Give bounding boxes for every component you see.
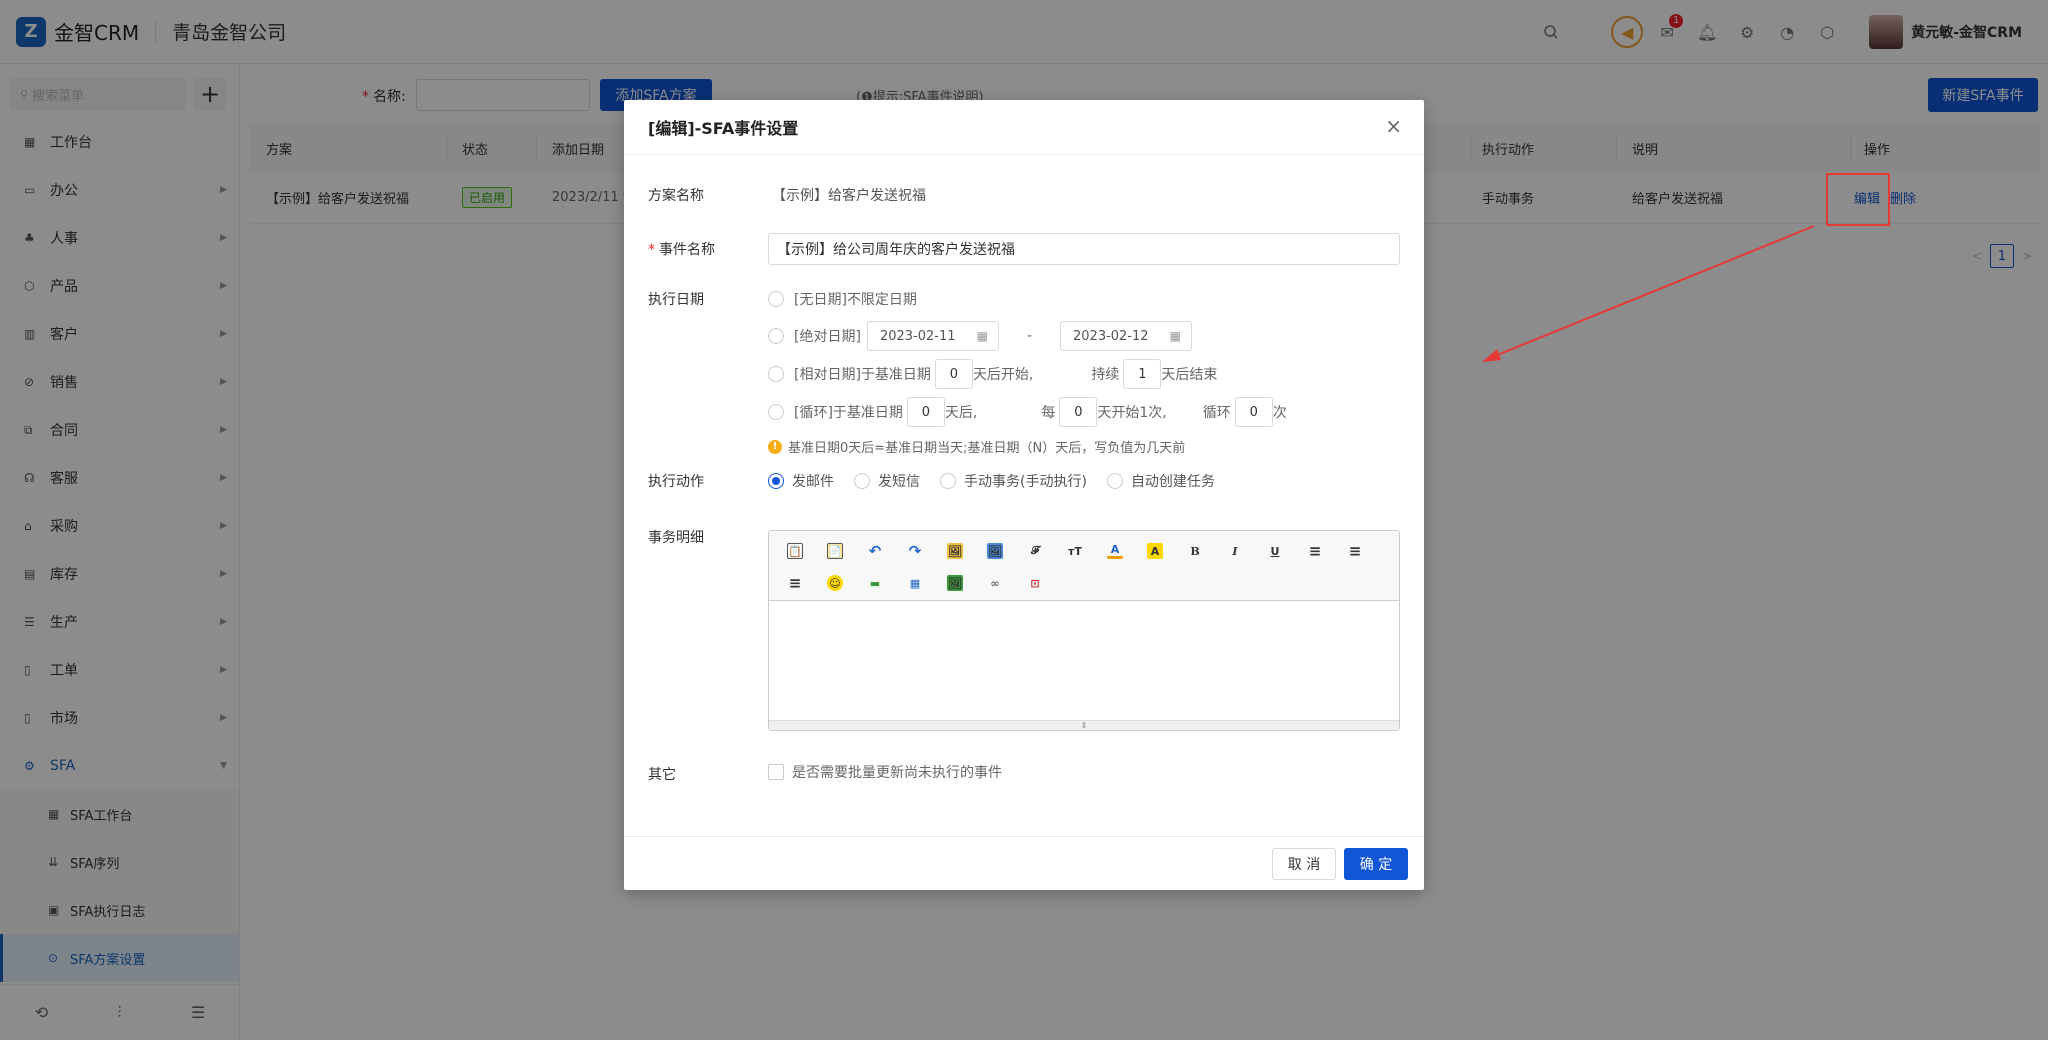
radio-manual-task[interactable] [940, 473, 956, 489]
calendar-icon: ▦ [976, 329, 988, 343]
rel-last-label: 持续 [1091, 367, 1120, 383]
event-name-input[interactable]: 【示例】给公司周年庆的客户发送祝福 [768, 233, 1400, 265]
warning-icon: ! [768, 439, 782, 454]
undo-icon[interactable]: ↶ [855, 535, 895, 567]
radio-auto-task[interactable] [1106, 473, 1123, 489]
radio-no-date[interactable] [768, 291, 784, 307]
underline-icon[interactable]: U [1255, 535, 1295, 567]
table-icon[interactable]: ▦ [895, 567, 935, 599]
radio-send-sms[interactable] [854, 473, 870, 489]
radio-send-email[interactable] [768, 473, 784, 489]
plan-name-value: 【示例】给客户发送祝福 [772, 188, 926, 204]
rel-start-days-input[interactable]: 0 [934, 359, 973, 389]
opt-relative-label: [相对日期]于基准日期 [794, 367, 931, 383]
font-family-icon[interactable]: 𝓕 [1015, 535, 1055, 567]
opt-loop-label: [循环]于基准日期 [794, 405, 903, 421]
editor-content-area[interactable] [769, 601, 1399, 720]
event-name-label: * 事件名称 [648, 242, 715, 258]
exec-action-label: 执行动作 [648, 474, 704, 490]
action-auto-label: 自动创建任务 [1130, 474, 1215, 490]
radio-absolute-date[interactable] [768, 328, 784, 344]
loop-every-label: 每 [1041, 405, 1056, 421]
action-sms-label: 发短信 [878, 474, 920, 490]
italic-icon[interactable]: I [1215, 535, 1255, 567]
action-manual-label: 手动事务(手动执行) [964, 474, 1087, 490]
font-color-icon[interactable]: A [1095, 535, 1135, 567]
horizontal-rule-icon[interactable]: ▬ [855, 567, 895, 599]
rel-duration-input[interactable]: 1 [1123, 359, 1162, 389]
rich-text-editor: 📋 📄 ↶ ↷ 🖼 🖼 𝓕 ᴛT A A B I U ≡ ≡ ≡ ☺ ▬ ▦ 🖼 [768, 530, 1400, 731]
close-icon[interactable]: × [1385, 114, 1402, 138]
image-gallery-icon[interactable]: 🖼 [975, 535, 1015, 567]
rel-after-label: 天后开始, [972, 367, 1034, 383]
confirm-button[interactable]: 确 定 [1344, 847, 1408, 880]
exec-date-label: 执行日期 [648, 292, 704, 308]
calendar-icon: ▦ [1169, 329, 1181, 343]
emoji-icon[interactable]: ☺ [815, 567, 855, 599]
fullscreen-icon[interactable]: ⊡ [1015, 567, 1055, 599]
align-right-icon[interactable]: ≡ [775, 567, 815, 599]
bold-icon[interactable]: B [1175, 535, 1215, 567]
font-size-icon[interactable]: ᴛT [1055, 535, 1095, 567]
action-email-label: 发邮件 [792, 474, 834, 490]
abs-start-date-input[interactable]: 2023-02-11 ▦ [866, 321, 999, 351]
redo-icon[interactable]: ↷ [895, 535, 935, 567]
align-center-icon[interactable]: ≡ [1335, 535, 1375, 567]
opt-no-date-label: [无日期]不限定日期 [794, 292, 917, 308]
paste-icon[interactable]: 📋 [775, 535, 815, 567]
date-hint-text: 基准日期0天后=基准日期当天;基准日期（N）天后，写负值为几天前 [788, 441, 1186, 456]
batch-update-label: 是否需要批量更新尚未执行的事件 [792, 765, 1002, 781]
insert-image-icon[interactable]: 🖼 [935, 535, 975, 567]
cancel-button[interactable]: 取 消 [1272, 847, 1336, 880]
loop-interval-input[interactable]: 0 [1059, 397, 1098, 427]
editor-toolbar: 📋 📄 ↶ ↷ 🖼 🖼 𝓕 ᴛT A A B I U ≡ ≡ ≡ ☺ ▬ ▦ 🖼 [769, 531, 1399, 601]
insert-media-icon[interactable]: 🖼 [935, 567, 975, 599]
other-label: 其它 [648, 767, 676, 783]
loop-start-days-input[interactable]: 0 [906, 397, 945, 427]
opt-absolute-label: [绝对日期] [794, 329, 861, 345]
sfa-event-settings-dialog: [编辑]-SFA事件设置 × 方案名称 【示例】给客户发送祝福 * 事件名称 【示… [624, 100, 1424, 890]
radio-loop[interactable] [768, 404, 784, 420]
abs-end-date-input[interactable]: 2023-02-12 ▦ [1060, 321, 1192, 351]
loop-count-input[interactable]: 0 [1234, 397, 1273, 427]
link-icon[interactable]: ∞ [975, 567, 1015, 599]
rel-end-label: 天后结束 [1161, 367, 1218, 383]
highlight-color-icon[interactable]: A [1135, 535, 1175, 567]
detail-label: 事务明细 [648, 530, 704, 546]
align-left-icon[interactable]: ≡ [1295, 535, 1335, 567]
annotation-highlight-box [1826, 173, 1890, 226]
resize-handle-icon[interactable]: ⇕ [769, 720, 1399, 730]
loop-times-label: 次 [1272, 405, 1287, 421]
paste-text-icon[interactable]: 📄 [815, 535, 855, 567]
loop-after-label: 天后, [944, 405, 978, 421]
plan-name-label: 方案名称 [648, 188, 704, 204]
batch-update-checkbox[interactable] [768, 764, 784, 780]
date-separator: - [1026, 328, 1032, 344]
radio-relative-date[interactable] [768, 366, 784, 382]
dialog-title: [编辑]-SFA事件设置 [648, 119, 799, 138]
loop-start-once-label: 天开始1次, [1097, 405, 1167, 421]
loop-cycle-label: 循环 [1202, 405, 1231, 421]
